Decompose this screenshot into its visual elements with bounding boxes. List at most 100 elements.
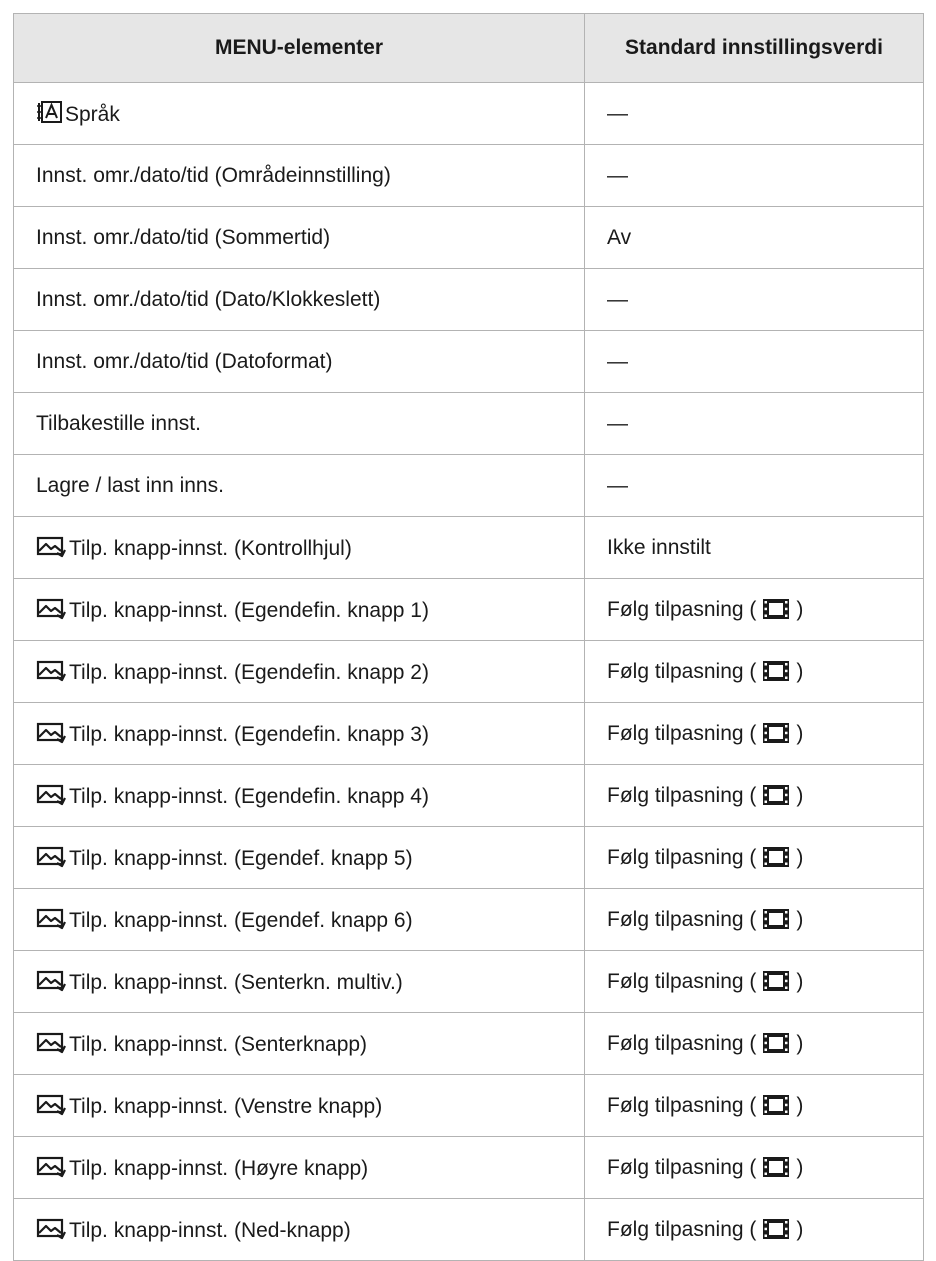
table-row: Tilp. knapp-innst. (Venstre knapp) Følg … bbox=[13, 1074, 924, 1137]
language-icon bbox=[36, 100, 62, 124]
default-value-label: Følg tilpasning ( bbox=[607, 721, 757, 745]
default-value-label: Følg tilpasning ( bbox=[607, 907, 757, 931]
movie-icon bbox=[762, 1094, 790, 1116]
menu-item-label: Innst. omr./dato/tid (Datoformat) bbox=[36, 349, 333, 373]
default-value-label: Følg tilpasning ( bbox=[607, 783, 757, 807]
menu-item-label: Innst. omr./dato/tid (Områdeinnstilling) bbox=[36, 163, 391, 187]
table-header-row: MENU-elementer Standard innstillingsverd… bbox=[13, 13, 924, 83]
settings-table: MENU-elementer Standard innstillingsverd… bbox=[13, 13, 924, 1261]
table-row: Innst. omr./dato/tid (Områdeinnstilling)… bbox=[13, 144, 924, 207]
still-image-icon bbox=[36, 596, 66, 620]
menu-item-cell: Tilp. knapp-innst. (Ned-knapp) bbox=[13, 1198, 585, 1261]
still-image-icon bbox=[36, 1154, 66, 1178]
menu-item-cell: Tilp. knapp-innst. (Venstre knapp) bbox=[13, 1074, 585, 1137]
value-suffix: ) bbox=[796, 907, 804, 931]
still-image-icon bbox=[36, 1216, 66, 1240]
default-value-cell: — bbox=[584, 330, 924, 393]
menu-item-cell: Tilp. knapp-innst. (Høyre knapp) bbox=[13, 1136, 585, 1199]
value-suffix: ) bbox=[796, 1217, 804, 1241]
default-value-label: Av bbox=[607, 225, 632, 249]
default-value-label: Ikke innstilt bbox=[607, 535, 711, 559]
header-menu-items: MENU-elementer bbox=[13, 13, 585, 83]
value-suffix: ) bbox=[796, 1093, 804, 1117]
movie-icon bbox=[762, 598, 790, 620]
value-suffix: ) bbox=[796, 597, 804, 621]
default-value-label: — bbox=[607, 101, 628, 125]
table-row: Tilp. knapp-innst. (Egendef. knapp 5) Fø… bbox=[13, 826, 924, 889]
default-value-cell: Følg tilpasning () bbox=[584, 764, 924, 827]
default-value-cell: Av bbox=[584, 206, 924, 269]
table-row: Tilp. knapp-innst. (Kontrollhjul) Ikke i… bbox=[13, 516, 924, 579]
value-suffix: ) bbox=[796, 721, 804, 745]
menu-item-label: Tilp. knapp-innst. (Kontrollhjul) bbox=[69, 537, 352, 560]
default-value-label: — bbox=[607, 349, 628, 373]
movie-icon bbox=[762, 1156, 790, 1178]
default-value-cell: Ikke innstilt bbox=[584, 516, 924, 579]
still-image-icon bbox=[36, 658, 66, 682]
menu-item-cell: Tilp. knapp-innst. (Kontrollhjul) bbox=[13, 516, 585, 579]
default-value-cell: Følg tilpasning () bbox=[584, 1198, 924, 1261]
menu-item-cell: Innst. omr./dato/tid (Sommertid) bbox=[13, 206, 585, 269]
movie-icon bbox=[762, 660, 790, 682]
table-row: Tilp. knapp-innst. (Egendefin. knapp 2) … bbox=[13, 640, 924, 703]
value-suffix: ) bbox=[796, 845, 804, 869]
movie-icon bbox=[762, 722, 790, 744]
value-suffix: ) bbox=[796, 659, 804, 683]
menu-item-label: Innst. omr./dato/tid (Dato/Klokkeslett) bbox=[36, 287, 381, 311]
default-value-label: Følg tilpasning ( bbox=[607, 969, 757, 993]
default-value-label: Følg tilpasning ( bbox=[607, 1217, 757, 1241]
default-value-label: Følg tilpasning ( bbox=[607, 659, 757, 683]
default-value-label: Følg tilpasning ( bbox=[607, 1155, 757, 1179]
header-default-value: Standard innstillingsverdi bbox=[584, 13, 924, 83]
default-value-cell: — bbox=[584, 454, 924, 517]
default-value-label: Følg tilpasning ( bbox=[607, 845, 757, 869]
movie-icon bbox=[762, 846, 790, 868]
table-row: Tilbakestille innst. — bbox=[13, 392, 924, 455]
default-value-cell: — bbox=[584, 144, 924, 207]
default-value-cell: Følg tilpasning () bbox=[584, 640, 924, 703]
default-value-cell: — bbox=[584, 268, 924, 331]
table-row: Tilp. knapp-innst. (Senterknapp) Følg ti… bbox=[13, 1012, 924, 1075]
still-image-icon bbox=[36, 782, 66, 806]
default-value-label: Følg tilpasning ( bbox=[607, 1093, 757, 1117]
menu-item-cell: Tilp. knapp-innst. (Egendefin. knapp 2) bbox=[13, 640, 585, 703]
default-value-label: Følg tilpasning ( bbox=[607, 1031, 757, 1055]
value-suffix: ) bbox=[796, 783, 804, 807]
default-value-cell: Følg tilpasning () bbox=[584, 702, 924, 765]
menu-item-label: Tilp. knapp-innst. (Ned-knapp) bbox=[69, 1219, 351, 1242]
menu-item-label: Tilp. knapp-innst. (Egendefin. knapp 3) bbox=[69, 723, 429, 746]
default-value-cell: Følg tilpasning () bbox=[584, 578, 924, 641]
default-value-cell: Følg tilpasning () bbox=[584, 950, 924, 1013]
menu-item-cell: Tilp. knapp-innst. (Egendefin. knapp 1) bbox=[13, 578, 585, 641]
menu-item-cell: Tilp. knapp-innst. (Egendefin. knapp 4) bbox=[13, 764, 585, 827]
table-row: Innst. omr./dato/tid (Datoformat) — bbox=[13, 330, 924, 393]
menu-item-cell: Tilp. knapp-innst. (Egendef. knapp 5) bbox=[13, 826, 585, 889]
default-value-cell: Følg tilpasning () bbox=[584, 1136, 924, 1199]
menu-item-label: Tilp. knapp-innst. (Venstre knapp) bbox=[69, 1095, 383, 1118]
default-value-label: Følg tilpasning ( bbox=[607, 597, 757, 621]
menu-item-label: Tilp. knapp-innst. (Senterkn. multiv.) bbox=[69, 971, 403, 994]
default-value-cell: Følg tilpasning () bbox=[584, 1012, 924, 1075]
default-value-cell: — bbox=[584, 392, 924, 455]
default-value-cell: Følg tilpasning () bbox=[584, 826, 924, 889]
table-row: Tilp. knapp-innst. (Ned-knapp) Følg tilp… bbox=[13, 1198, 924, 1261]
default-value-label: — bbox=[607, 163, 628, 187]
table-row: Lagre / last inn inns. — bbox=[13, 454, 924, 517]
menu-item-cell: Tilp. knapp-innst. (Senterkn. multiv.) bbox=[13, 950, 585, 1013]
default-value-label: — bbox=[607, 411, 628, 435]
menu-item-label: Innst. omr./dato/tid (Sommertid) bbox=[36, 225, 331, 249]
still-image-icon bbox=[36, 1092, 66, 1116]
menu-item-cell: Innst. omr./dato/tid (Områdeinnstilling) bbox=[13, 144, 585, 207]
default-value-cell: Følg tilpasning () bbox=[584, 1074, 924, 1137]
still-image-icon bbox=[36, 534, 66, 558]
movie-icon bbox=[762, 784, 790, 806]
table-row: Tilp. knapp-innst. (Senterkn. multiv.) F… bbox=[13, 950, 924, 1013]
menu-item-cell: Tilp. knapp-innst. (Egendef. knapp 6) bbox=[13, 888, 585, 951]
default-value-label: — bbox=[607, 473, 628, 497]
menu-item-cell: Lagre / last inn inns. bbox=[13, 454, 585, 517]
menu-item-label: Tilp. knapp-innst. (Egendef. knapp 5) bbox=[69, 847, 413, 870]
default-value-cell: Følg tilpasning () bbox=[584, 888, 924, 951]
still-image-icon bbox=[36, 968, 66, 992]
still-image-icon bbox=[36, 906, 66, 930]
default-value-cell: — bbox=[584, 82, 924, 145]
